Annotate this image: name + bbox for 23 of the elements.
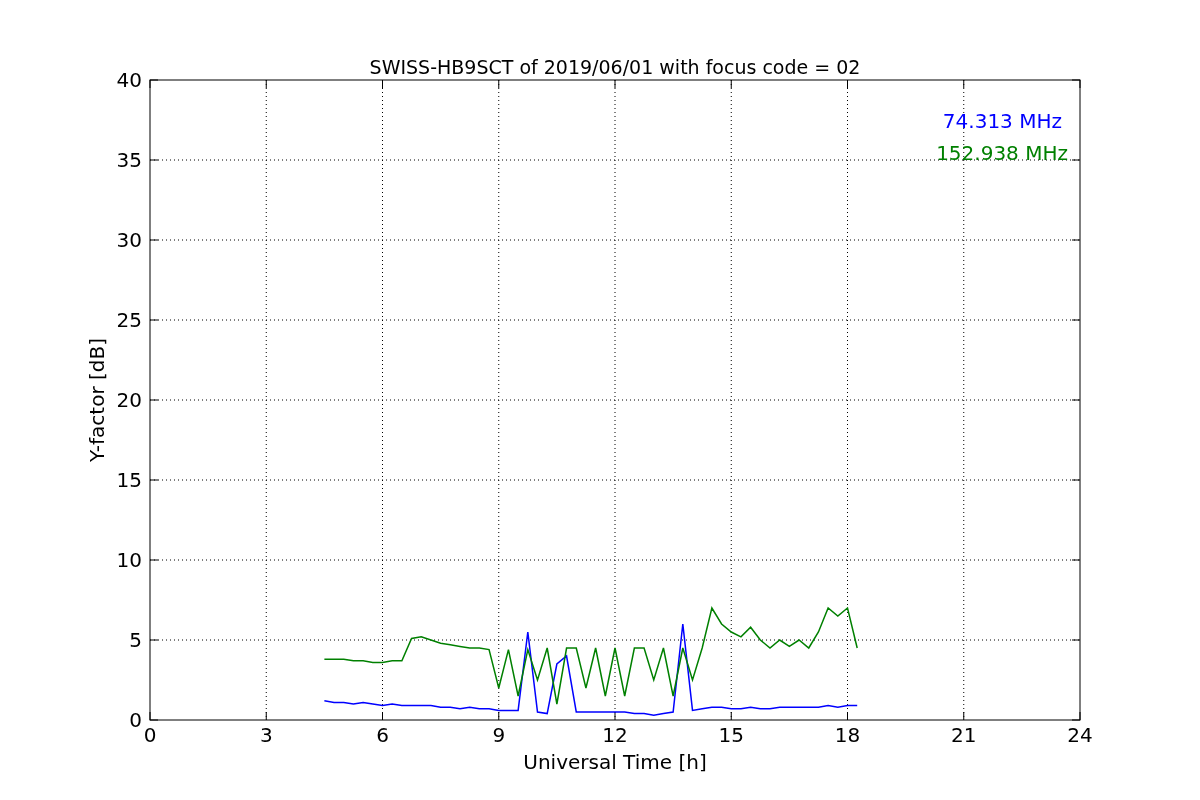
y-tick-label: 25 <box>116 308 142 332</box>
y-tick-label: 5 <box>129 628 142 652</box>
x-tick-label: 21 <box>951 723 977 747</box>
x-tick-label: 9 <box>492 723 506 747</box>
x-tick-label: 18 <box>834 723 861 747</box>
x-tick-label: 6 <box>376 723 389 747</box>
y-tick-label: 15 <box>116 468 142 492</box>
legend-label: 152.938 MHz <box>936 141 1068 165</box>
y-axis-label: Y-factor [dB] <box>85 338 109 462</box>
x-tick-label: 3 <box>259 723 273 747</box>
chart-title: SWISS-HB9SCT of 2019/06/01 with focus code = 02 <box>369 56 861 78</box>
y-tick-label: 40 <box>116 68 142 92</box>
y-tick-label: 35 <box>116 148 142 172</box>
y-tick-label: 20 <box>116 388 142 412</box>
x-tick-label: 15 <box>718 723 744 747</box>
x-tick-label: 0 <box>143 723 157 747</box>
legend-label: 74.313 MHz <box>942 109 1062 133</box>
y-tick-label: 30 <box>116 228 142 252</box>
y-tick-label: 0 <box>129 708 142 732</box>
x-axis-label: Universal Time [h] <box>523 750 707 774</box>
y-tick-label: 10 <box>116 548 142 572</box>
x-tick-label: 24 <box>1067 723 1093 747</box>
x-tick-label: 12 <box>602 723 628 747</box>
